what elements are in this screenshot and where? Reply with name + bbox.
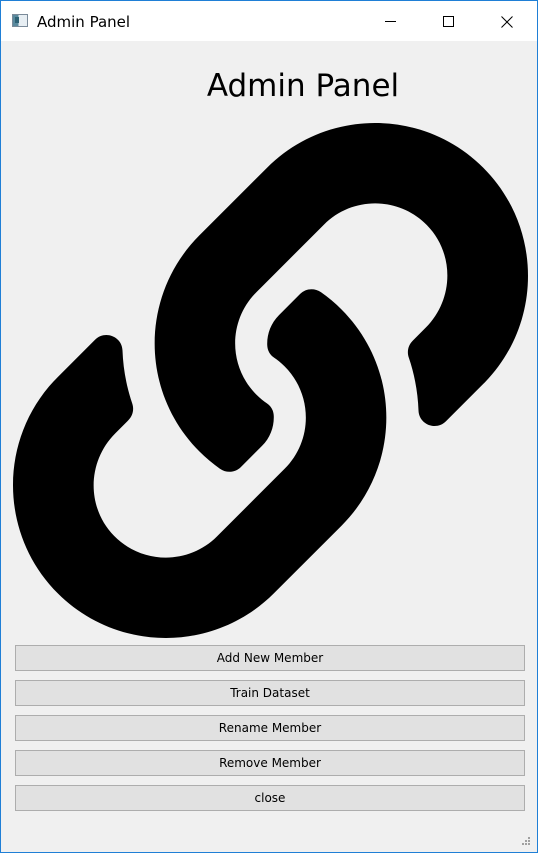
rename-member-button[interactable]: Rename Member xyxy=(15,715,525,741)
window-title: Admin Panel xyxy=(37,13,131,31)
train-dataset-button[interactable]: Train Dataset xyxy=(15,680,525,706)
remove-member-button[interactable]: Remove Member xyxy=(15,750,525,776)
page-title: Admin Panel xyxy=(206,68,400,104)
resize-grip-icon[interactable] xyxy=(521,836,531,846)
close-icon xyxy=(501,16,513,28)
chain-link-icon xyxy=(13,123,528,638)
maximize-button[interactable] xyxy=(425,1,471,41)
app-window-icon xyxy=(12,14,28,27)
close-button[interactable]: close xyxy=(15,785,525,811)
minimize-icon xyxy=(385,21,396,22)
close-window-button[interactable] xyxy=(484,1,530,41)
maximize-icon xyxy=(443,16,454,27)
admin-panel-window: Admin Panel Admin Panel Add New Member T… xyxy=(0,0,538,853)
add-new-member-button[interactable]: Add New Member xyxy=(15,645,525,671)
minimize-button[interactable] xyxy=(367,1,413,41)
title-bar[interactable]: Admin Panel xyxy=(1,1,537,41)
